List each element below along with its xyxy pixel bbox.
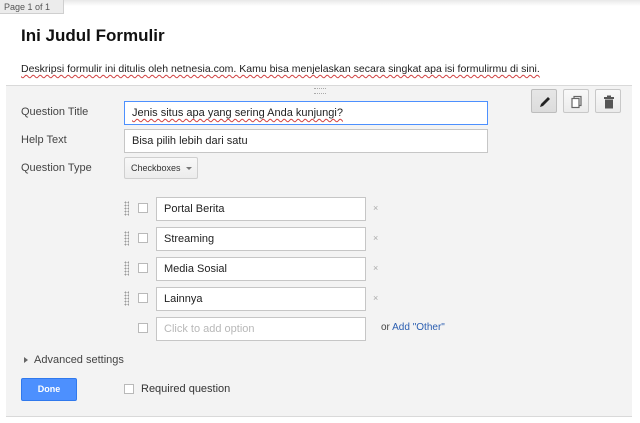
expand-triangle-icon (24, 357, 28, 364)
drag-grip-icon[interactable] (124, 201, 129, 216)
drag-grip-icon[interactable] (124, 291, 129, 306)
option-row: Streaming × (124, 227, 384, 251)
help-text-value: Bisa pilih lebih dari satu (132, 135, 248, 147)
option-checkbox (138, 323, 148, 333)
question-title-value: Jenis situs apa yang sering Anda kunjung… (132, 107, 343, 119)
add-option-row: Click to add option (124, 317, 384, 341)
option-input[interactable]: Portal Berita (156, 197, 366, 221)
option-input[interactable]: Media Sosial (156, 257, 366, 281)
remove-option-icon[interactable]: × (373, 263, 378, 273)
option-checkbox (138, 233, 148, 243)
option-input[interactable]: Lainnya (156, 287, 366, 311)
question-type-label: Question Type (21, 162, 92, 174)
option-row: Portal Berita × (124, 197, 384, 221)
dropdown-caret-icon (186, 167, 192, 170)
page-indicator: Page 1 of 1 (0, 0, 64, 14)
option-checkbox (138, 203, 148, 213)
remove-option-icon[interactable]: × (373, 293, 378, 303)
option-row: Lainnya × (124, 287, 384, 311)
duplicate-button[interactable] (563, 89, 589, 113)
drag-grip-icon[interactable] (124, 261, 129, 276)
done-button[interactable]: Done (21, 378, 77, 401)
question-type-value: Checkboxes (131, 163, 181, 173)
duplicate-icon (571, 95, 582, 109)
top-shade (64, 0, 640, 6)
advanced-settings-toggle[interactable]: Advanced settings (24, 354, 124, 366)
question-title-input[interactable]: Jenis situs apa yang sering Anda kunjung… (124, 101, 488, 125)
question-title-label: Question Title (21, 106, 89, 118)
drag-grip-icon[interactable] (124, 231, 129, 246)
advanced-settings-label: Advanced settings (34, 354, 124, 366)
option-checkbox (138, 263, 148, 273)
add-other-link[interactable]: Add "Other" (392, 322, 445, 333)
pencil-icon (540, 97, 550, 107)
form-description: Deskripsi formulir ini ditulis oleh netn… (21, 63, 540, 75)
add-other-line: or Add "Other" (381, 322, 445, 333)
help-text-input[interactable]: Bisa pilih lebih dari satu (124, 129, 488, 153)
option-checkbox (138, 293, 148, 303)
option-row: Media Sosial × (124, 257, 384, 281)
remove-option-icon[interactable]: × (373, 233, 378, 243)
question-type-select[interactable]: Checkboxes (124, 157, 198, 179)
required-question-label: Required question (141, 383, 231, 395)
form-title: Ini Judul Formulir (21, 26, 165, 45)
option-input[interactable]: Streaming (156, 227, 366, 251)
delete-button[interactable] (595, 89, 621, 113)
required-question-checkbox[interactable] (124, 384, 134, 394)
remove-option-icon[interactable]: × (373, 203, 378, 213)
help-text-label: Help Text (21, 134, 67, 146)
or-text: or (381, 322, 390, 333)
panel-drag-handle[interactable] (314, 88, 326, 94)
edit-button[interactable] (531, 89, 557, 113)
trash-icon (604, 95, 614, 109)
add-option-input[interactable]: Click to add option (156, 317, 366, 341)
